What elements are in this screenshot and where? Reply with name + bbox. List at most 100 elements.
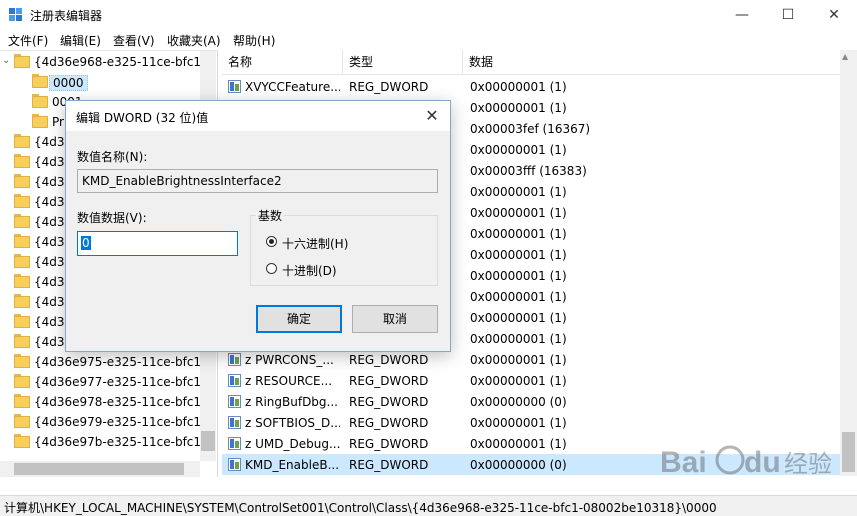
folder-icon — [14, 154, 30, 168]
cell-name: z RESOURCE... — [245, 374, 333, 388]
column-header-name[interactable]: 名称 — [222, 50, 343, 74]
cell-data: 0x00000001 (1) — [470, 374, 567, 388]
tree-item[interactable]: {4d36e978-e325-11ce-bfc1-0 — [0, 392, 213, 412]
list-vertical-scrollbar[interactable]: ▲ — [840, 50, 857, 476]
tree-item[interactable]: {4d36e975-e325-11ce-bfc1-0 — [0, 352, 213, 372]
value-data-input[interactable]: 0 — [77, 231, 238, 256]
tree-item[interactable]: ⌄ {4d36e968-e325-11ce-bfc1-0 — [0, 52, 213, 72]
column-header-type[interactable]: 类型 — [343, 50, 463, 74]
menu-help[interactable]: 帮助(H) — [233, 32, 275, 49]
cell-data: 0x00003fef (16367) — [470, 122, 591, 136]
cell-data: 0x00000001 (1) — [470, 311, 567, 325]
tree-item[interactable]: 0000 — [0, 72, 200, 92]
minimize-button[interactable]: — — [719, 0, 765, 30]
cell-data: 0x00000001 (1) — [470, 290, 567, 304]
tree-item-label: {4d36e97b-e325-11ce-bfc1-0 — [34, 435, 213, 449]
folder-icon — [32, 114, 48, 128]
dialog-close-button[interactable]: ✕ — [418, 103, 446, 129]
baidu-paw-icon: Bai du 经验 — [660, 445, 832, 479]
folder-icon — [14, 414, 30, 428]
radio-hex-label: 十六进制(H) — [282, 237, 349, 251]
cell-data: 0x00000001 (1) — [470, 416, 567, 430]
folder-icon — [14, 194, 30, 208]
menu-view[interactable]: 查看(V) — [113, 32, 155, 49]
tree-item-label: {4d36e975-e325-11ce-bfc1-0 — [34, 355, 214, 369]
regedit-app-icon — [9, 8, 23, 22]
window-title: 注册表编辑器 — [30, 9, 103, 23]
value-data-text: 0 — [81, 236, 91, 250]
cell-data: 0x00000001 (1) — [470, 248, 567, 262]
reg-dword-icon — [228, 353, 241, 366]
registry-path: 计算机\HKEY_LOCAL_MACHINE\SYSTEM\ControlSet… — [4, 501, 717, 515]
list-header: 名称 类型 数据 — [222, 50, 840, 75]
scroll-up-arrow-icon[interactable]: ▲ — [842, 52, 848, 61]
dialog-title-bar: 编辑 DWORD (32 位)值 ✕ — [66, 101, 450, 131]
base-legend: 基数 — [256, 207, 285, 224]
reg-dword-icon — [228, 374, 241, 387]
title-bar: 注册表编辑器 — ☐ ✕ — [0, 0, 857, 30]
tree-item-label: {4d36e978-e325-11ce-bfc1-0 — [34, 395, 214, 409]
tree-item[interactable]: {4d36e979-e325-11ce-bfc1-0 — [0, 412, 213, 432]
list-row[interactable]: z SOFTBIOS_D... REG_DWORD 0x00000001 (1) — [222, 412, 840, 433]
cell-type: REG_DWORD — [349, 353, 429, 367]
tree-item[interactable]: {4d36e97b-e325-11ce-bfc1-0 — [0, 432, 213, 452]
cell-data: 0x00000001 (1) — [470, 80, 567, 94]
dialog-title: 编辑 DWORD (32 位)值 — [76, 111, 209, 125]
cell-type: REG_DWORD — [349, 395, 429, 409]
edit-dword-dialog: 编辑 DWORD (32 位)值 ✕ 数值名称(N): KMD_EnableBr… — [65, 100, 451, 352]
radio-unchecked-icon — [266, 263, 277, 274]
radio-checked-icon — [266, 236, 277, 247]
radio-dec-label: 十进制(D) — [282, 264, 337, 278]
close-button[interactable]: ✕ — [811, 0, 857, 30]
tree-item-label: 0000 — [49, 75, 88, 91]
cell-type: REG_DWORD — [349, 374, 429, 388]
svg-text:经验: 经验 — [784, 450, 832, 478]
value-name-field: KMD_EnableBrightnessInterface2 — [77, 169, 438, 193]
reg-dword-icon — [228, 437, 241, 450]
cell-name: XVYCCFeature... — [245, 80, 340, 94]
tree-item-label: {4d36e979-e325-11ce-bfc1-0 — [34, 415, 214, 429]
folder-icon — [14, 254, 30, 268]
ok-button[interactable]: 确定 — [256, 305, 342, 333]
tree-horizontal-scrollbar[interactable] — [0, 461, 200, 477]
cell-name: z PWRCONS_... — [245, 353, 334, 367]
menu-file[interactable]: 文件(F) — [8, 32, 48, 49]
folder-icon — [32, 94, 48, 108]
folder-icon — [14, 54, 30, 68]
cell-data: 0x00003fff (16383) — [470, 164, 587, 178]
list-row[interactable]: z RingBufDbg... REG_DWORD 0x00000000 (0) — [222, 391, 840, 412]
tree-hscroll-thumb[interactable] — [14, 463, 184, 475]
folder-icon — [32, 74, 48, 88]
maximize-button[interactable]: ☐ — [765, 0, 811, 30]
list-row[interactable]: XVYCCFeature... REG_DWORD 0x00000001 (1) — [222, 76, 840, 97]
folder-icon — [14, 434, 30, 448]
column-header-data[interactable]: 数据 — [463, 50, 840, 74]
cell-data: 0x00000001 (1) — [470, 332, 567, 346]
cell-name: KMD_EnableB... — [245, 458, 340, 472]
cell-name: z UMD_Debug... — [245, 437, 340, 451]
radio-decimal[interactable]: 十进制(D) — [266, 261, 396, 279]
reg-dword-icon — [228, 458, 241, 471]
cell-data: 0x00000001 (1) — [470, 353, 567, 367]
list-row[interactable]: z RESOURCE... REG_DWORD 0x00000001 (1) — [222, 370, 840, 391]
cell-data: 0x00000001 (1) — [470, 227, 567, 241]
tree-item[interactable]: {4d36e977-e325-11ce-bfc1-0 — [0, 372, 213, 392]
svg-text:Bai: Bai — [660, 446, 707, 479]
chevron-down-icon[interactable]: ⌄ — [2, 55, 10, 66]
reg-dword-icon — [228, 395, 241, 408]
radio-hexadecimal[interactable]: 十六进制(H) — [266, 234, 396, 252]
folder-icon — [14, 214, 30, 228]
list-row[interactable]: z PWRCONS_... REG_DWORD 0x00000001 (1) — [222, 349, 840, 370]
tree-scroll-thumb[interactable] — [201, 431, 215, 451]
cell-data: 0x00000001 (1) — [470, 101, 567, 115]
list-scroll-thumb[interactable] — [842, 432, 855, 472]
cell-type: REG_DWORD — [349, 437, 429, 451]
cell-type: REG_DWORD — [349, 80, 429, 94]
cell-name: z SOFTBIOS_D... — [245, 416, 340, 430]
menu-edit[interactable]: 编辑(E) — [60, 32, 101, 49]
cell-type: REG_DWORD — [349, 416, 429, 430]
value-name-label: 数值名称(N): — [77, 150, 148, 164]
cancel-button[interactable]: 取消 — [352, 305, 438, 333]
menu-favorites[interactable]: 收藏夹(A) — [167, 32, 221, 49]
folder-icon — [14, 374, 30, 388]
